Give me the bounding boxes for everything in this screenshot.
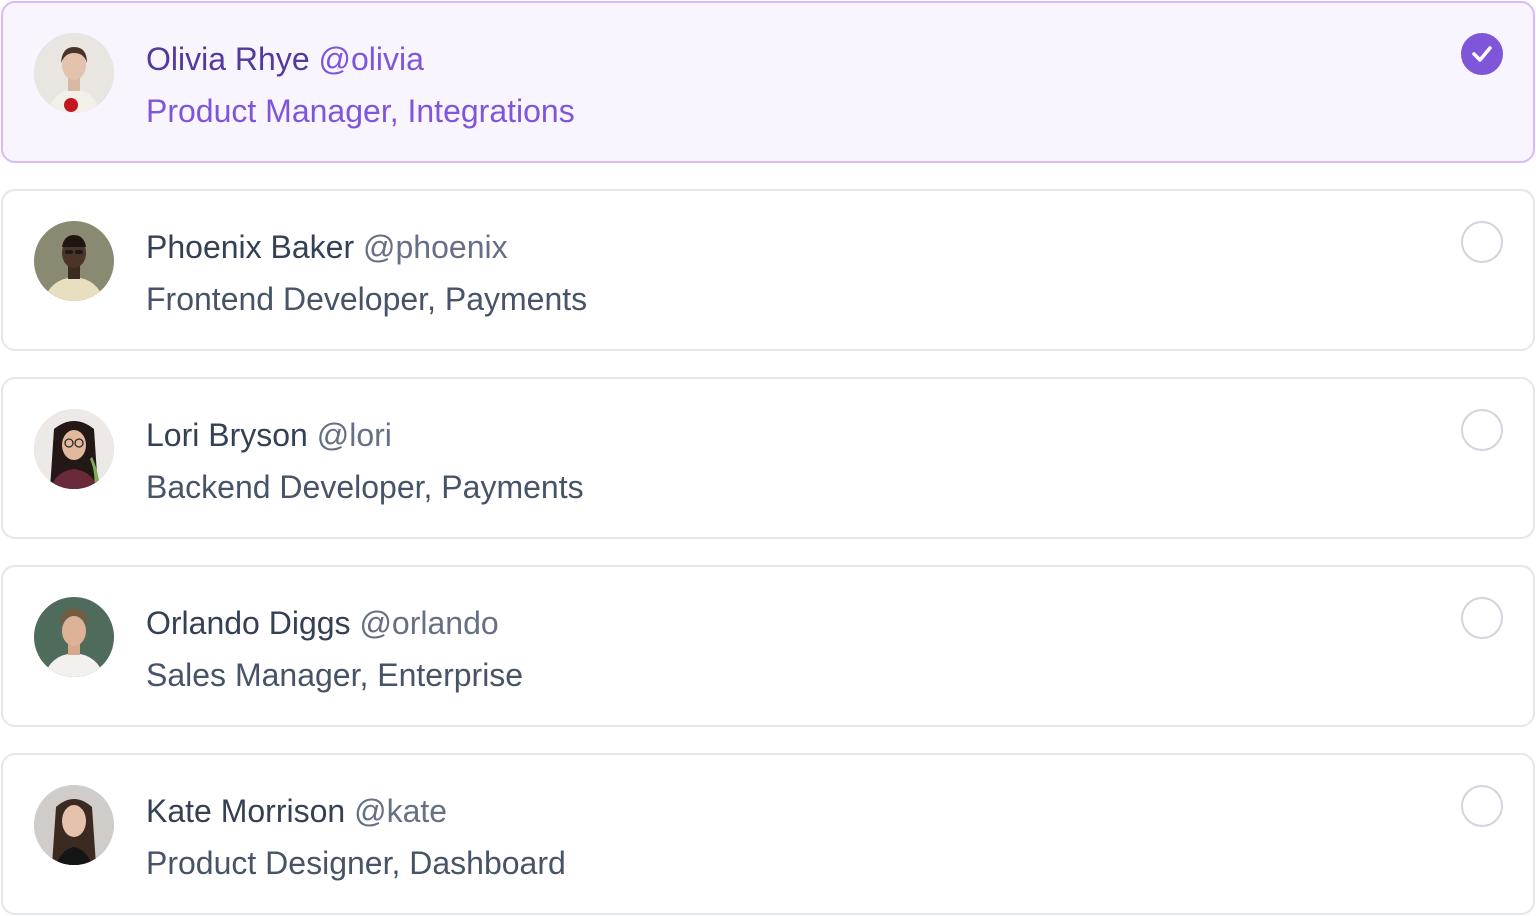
user-handle: @lori — [316, 417, 392, 453]
avatar-image — [34, 597, 114, 677]
user-role: Backend Developer, Payments — [146, 469, 584, 505]
user-name: Phoenix Baker — [146, 229, 355, 265]
radio-unchecked[interactable] — [1461, 409, 1503, 451]
user-card-olivia[interactable]: Olivia Rhye @olivia Product Manager, Int… — [1, 1, 1535, 163]
user-name: Kate Morrison — [146, 793, 346, 829]
avatar — [34, 597, 114, 677]
avatar-image — [34, 409, 114, 489]
user-handle: @olivia — [318, 41, 424, 77]
user-card-phoenix[interactable]: Phoenix Baker @phoenix Frontend Develope… — [1, 189, 1535, 351]
user-role: Product Manager, Integrations — [146, 93, 575, 129]
avatar — [34, 785, 114, 865]
user-card-orlando[interactable]: Orlando Diggs @orlando Sales Manager, En… — [1, 565, 1535, 727]
user-name: Orlando Diggs — [146, 605, 351, 641]
radio-unchecked[interactable] — [1461, 221, 1503, 263]
user-name: Lori Bryson — [146, 417, 308, 453]
avatar — [34, 409, 114, 489]
user-name-line: Phoenix Baker @phoenix — [146, 227, 508, 267]
user-name: Olivia Rhye — [146, 41, 310, 77]
avatar — [34, 33, 114, 113]
check-icon — [1472, 46, 1492, 62]
user-name-line: Orlando Diggs @orlando — [146, 603, 499, 643]
user-handle: @phoenix — [363, 229, 508, 265]
user-name-line: Lori Bryson @lori — [146, 415, 392, 455]
radio-checked[interactable] — [1461, 33, 1503, 75]
avatar — [34, 221, 114, 301]
avatar-image — [34, 221, 114, 301]
user-role: Frontend Developer, Payments — [146, 281, 588, 317]
radio-unchecked[interactable] — [1461, 597, 1503, 639]
user-card-lori[interactable]: Lori Bryson @lori Backend Developer, Pay… — [1, 377, 1535, 539]
user-role: Sales Manager, Enterprise — [146, 657, 524, 693]
radio-unchecked[interactable] — [1461, 785, 1503, 827]
user-name-line: Kate Morrison @kate — [146, 791, 447, 831]
user-card-kate[interactable]: Kate Morrison @kate Product Designer, Da… — [1, 753, 1535, 915]
user-handle: @orlando — [359, 605, 499, 641]
user-role: Product Designer, Dashboard — [146, 845, 566, 881]
avatar-image — [34, 785, 114, 865]
user-handle: @kate — [354, 793, 448, 829]
user-select-list: Olivia Rhye @olivia Product Manager, Int… — [0, 0, 1536, 916]
user-name-line: Olivia Rhye @olivia — [146, 39, 424, 79]
avatar-image — [34, 33, 114, 113]
